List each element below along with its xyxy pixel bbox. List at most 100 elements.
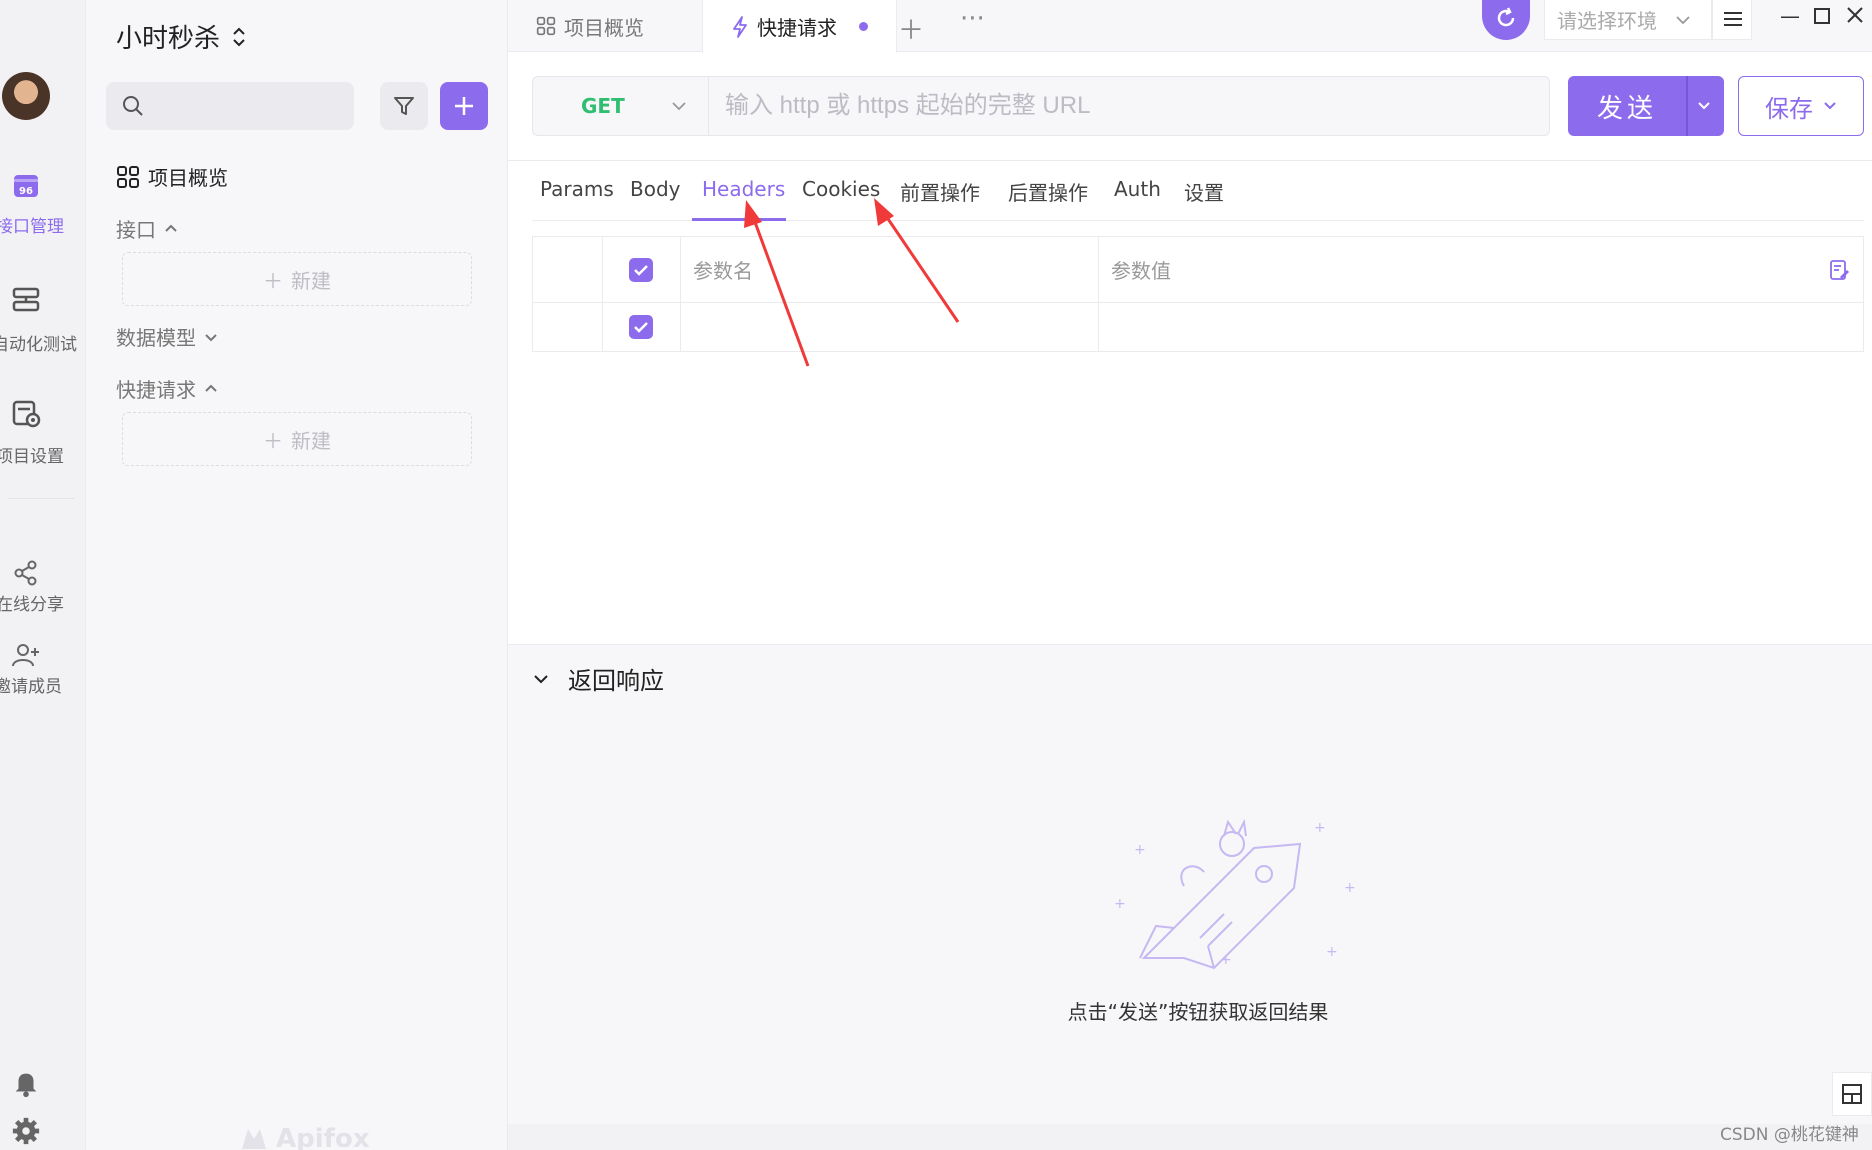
sidebar-item-overview[interactable]: 项目概览 — [116, 162, 228, 191]
param-name-input[interactable] — [681, 303, 1099, 351]
add-button[interactable] — [440, 82, 488, 130]
tab-settings[interactable]: 设置 — [1184, 177, 1224, 222]
maximize-icon[interactable] — [1814, 8, 1830, 24]
section-label: 接口 — [116, 218, 156, 242]
new-quick-request-button[interactable]: ＋ 新建 — [122, 412, 472, 466]
request-url-bar: GET — [532, 76, 1550, 136]
lightning-icon — [733, 15, 747, 38]
sidebar-section-data-model[interactable]: 数据模型 — [116, 322, 218, 351]
close-icon[interactable] — [1846, 6, 1864, 24]
tab-label: 项目概览 — [564, 15, 644, 40]
chevron-up-icon — [165, 224, 177, 232]
plus-icon: ＋ — [263, 428, 283, 453]
tab-headers[interactable]: Headers — [702, 177, 785, 217]
tab-auth[interactable]: Auth — [1114, 177, 1161, 217]
svg-text:+: + — [1326, 944, 1338, 960]
layout-icon — [1842, 1084, 1862, 1104]
svg-text:96: 96 — [19, 186, 33, 197]
hamburger-menu-icon — [1724, 12, 1742, 26]
active-tab-indicator — [692, 218, 786, 221]
send-label: 发送 — [1596, 93, 1657, 124]
tab-quick-request[interactable]: 快捷请求 — [702, 0, 897, 53]
invite-member-icon — [12, 644, 39, 667]
grid-icon — [117, 165, 139, 188]
tab-params[interactable]: Params — [540, 177, 614, 217]
layout-toggle-button[interactable] — [1832, 1072, 1872, 1116]
rail-label-share: 在线分享 — [0, 595, 64, 615]
settings-gear-icon[interactable] — [11, 1116, 41, 1146]
rocket-fox-illustration: + + + + + + — [1114, 818, 1356, 970]
send-button-divider — [1686, 76, 1688, 136]
save-label: 保存 — [1765, 94, 1813, 123]
table-header-row: 参数名 参数值 — [533, 237, 1863, 303]
sidebar-search-input[interactable] — [106, 82, 354, 130]
grid-icon — [536, 16, 556, 36]
sidebar-section-quick-request[interactable]: 快捷请求 — [116, 374, 218, 403]
status-bar — [508, 1124, 1872, 1150]
select-all-checkbox[interactable] — [629, 257, 653, 282]
automation-test-icon — [12, 287, 40, 312]
svg-text:+: + — [1220, 952, 1232, 968]
method-select[interactable]: GET — [533, 77, 709, 135]
new-label: 新建 — [291, 428, 331, 453]
svg-text:+: + — [1344, 880, 1356, 896]
method-value: GET — [581, 94, 625, 118]
checkbox-cell — [603, 237, 681, 302]
bulk-edit-icon[interactable] — [1829, 259, 1849, 281]
drag-handle-cell — [533, 237, 603, 302]
response-title: 返回响应 — [568, 667, 664, 695]
project-settings-icon — [12, 400, 41, 428]
filter-button[interactable] — [380, 82, 428, 130]
tab-cookies[interactable]: Cookies — [802, 177, 880, 217]
tab-post-operations[interactable]: 后置操作 — [1008, 177, 1088, 222]
chevron-down-icon — [1676, 15, 1690, 24]
url-input[interactable] — [711, 77, 1547, 135]
menu-button[interactable] — [1712, 0, 1752, 40]
rail-label-api-management: 接口管理 — [0, 217, 64, 237]
minimize-button[interactable]: — — [1780, 4, 1800, 28]
api-management-icon: 96 — [14, 175, 38, 197]
sync-button[interactable] — [1482, 0, 1530, 40]
share-icon — [14, 560, 37, 586]
new-tab-button[interactable]: ＋ — [898, 10, 924, 47]
svg-text:+: + — [1114, 896, 1126, 912]
more-tabs-button[interactable]: ··· — [960, 4, 985, 34]
sidebar: 小时秒杀 项目概览 接口 ＋ 新建 数据模型 快捷请求 ＋ 新建 Apifox — [86, 0, 508, 1150]
drag-handle-cell — [533, 303, 603, 351]
svg-text:+: + — [1314, 820, 1326, 836]
check-icon — [634, 264, 648, 276]
tab-overview[interactable]: 项目概览 — [508, 0, 672, 52]
row-checkbox[interactable] — [629, 315, 653, 339]
plus-icon: ＋ — [263, 268, 283, 293]
rail-divider — [8, 498, 74, 499]
chevron-down-icon — [672, 102, 686, 111]
send-options-chevron-icon[interactable] — [1696, 98, 1712, 114]
nav-rail: 96 接口管理 自动化测试 项目设置 在线分享 邀请成员 — [0, 0, 86, 1150]
environment-placeholder: 请选择环境 — [1557, 9, 1657, 33]
rail-label-automation-test: 自动化测试 — [0, 335, 77, 355]
sidebar-section-api[interactable]: 接口 — [116, 214, 178, 243]
request-tabs: Params Body Headers Cookies 前置操作 后置操作 Au… — [508, 160, 1872, 222]
watermark: CSDN @桃花键神 — [1720, 1125, 1859, 1145]
response-header[interactable]: 返回响应 — [532, 661, 664, 696]
checkbox-cell — [603, 303, 681, 351]
bell-icon[interactable] — [11, 1068, 41, 1098]
chevron-down-icon — [205, 333, 217, 341]
save-button[interactable]: 保存 — [1738, 76, 1864, 136]
check-icon — [634, 322, 648, 333]
rail-label-invite-member: 邀请成员 — [0, 677, 62, 697]
tab-body[interactable]: Body — [630, 177, 681, 217]
headers-table: 参数名 参数值 — [532, 236, 1864, 352]
section-label: 快捷请求 — [116, 378, 196, 402]
brand-name: Apifox — [276, 1124, 370, 1150]
avatar[interactable] — [2, 72, 50, 120]
project-switcher[interactable]: 小时秒杀 — [116, 18, 246, 55]
new-api-button[interactable]: ＋ 新建 — [122, 252, 472, 306]
plus-icon — [455, 97, 473, 115]
param-value-input[interactable] — [1099, 303, 1863, 351]
project-title: 小时秒杀 — [116, 24, 221, 54]
tab-pre-operations[interactable]: 前置操作 — [900, 177, 980, 222]
send-button[interactable]: 发送 — [1568, 76, 1724, 136]
search-icon — [123, 96, 143, 116]
environment-select[interactable]: 请选择环境 — [1544, 0, 1712, 40]
